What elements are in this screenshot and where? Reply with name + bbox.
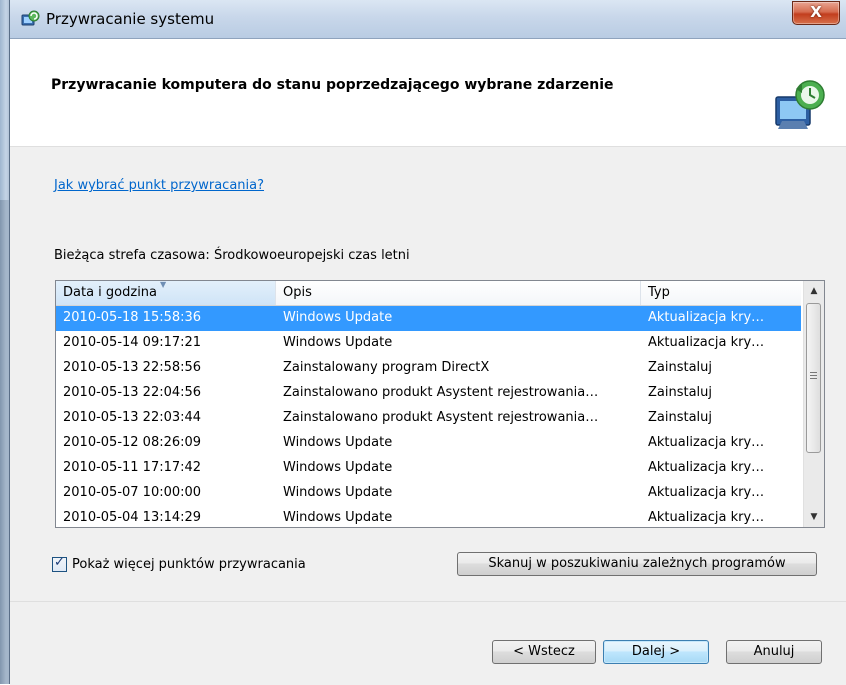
row-date: 2010-05-14 09:17:21 <box>63 335 202 350</box>
row-date: 2010-05-07 10:00:00 <box>63 485 202 500</box>
list-rows: 2010-05-18 15:58:36 Windows Update Aktua… <box>56 306 801 527</box>
row-date: 2010-05-12 08:26:09 <box>63 435 202 450</box>
restore-points-list[interactable]: ▼ Data i godzina Opis Typ 2010-05-18 15:… <box>55 280 825 528</box>
list-row[interactable]: 2010-05-11 17:17:42 Windows Update Aktua… <box>56 456 801 481</box>
window-title: Przywracanie systemu <box>46 10 215 28</box>
list-row[interactable]: 2010-05-13 22:03:44 Zainstalowano produk… <box>56 406 801 431</box>
list-header: ▼ Data i godzina Opis Typ <box>56 281 801 306</box>
system-restore-icon <box>21 10 40 26</box>
row-date: 2010-05-04 13:14:29 <box>63 510 202 525</box>
close-icon: X <box>810 3 822 21</box>
scroll-thumb[interactable] <box>806 303 821 453</box>
scroll-up-icon[interactable]: ▲ <box>804 281 824 301</box>
cancel-button[interactable]: Anuluj <box>726 640 822 664</box>
content-panel: Jak wybrać punkt przywracania? Bieżąca s… <box>10 147 846 601</box>
row-description: Zainstalowany program DirectX <box>283 360 490 375</box>
row-type: Aktualizacja kry… <box>648 485 765 500</box>
row-type: Zainstaluj <box>648 410 713 425</box>
column-header-description[interactable]: Opis <box>276 281 641 305</box>
help-link[interactable]: Jak wybrać punkt przywracania? <box>54 178 264 193</box>
list-row[interactable]: 2010-05-13 22:58:56 Zainstalowany progra… <box>56 356 801 381</box>
list-row[interactable]: 2010-05-04 13:14:29 Windows Update Aktua… <box>56 506 801 527</box>
row-description: Zainstalowano produkt Asystent rejestrow… <box>283 410 599 425</box>
footer-panel: < Wstecz Dalej > Anuluj <box>10 601 846 685</box>
list-row[interactable]: 2010-05-07 10:00:00 Windows Update Aktua… <box>56 481 801 506</box>
background-window-edge <box>0 0 10 684</box>
row-description: Zainstalowano produkt Asystent rejestrow… <box>283 385 599 400</box>
row-description: Windows Update <box>283 335 393 350</box>
row-date: 2010-05-13 22:58:56 <box>63 360 202 375</box>
row-type: Aktualizacja kry… <box>648 310 765 325</box>
row-description: Windows Update <box>283 510 393 525</box>
system-restore-large-icon <box>775 80 825 129</box>
show-more-label: Pokaż więcej punktów przywracania <box>72 556 306 572</box>
row-type: Aktualizacja kry… <box>648 460 765 475</box>
column-header-date[interactable]: ▼ Data i godzina <box>56 281 276 305</box>
row-description: Windows Update <box>283 435 393 450</box>
row-description: Windows Update <box>283 310 393 325</box>
close-button[interactable]: X <box>792 1 840 25</box>
row-type: Aktualizacja kry… <box>648 510 765 525</box>
vertical-scrollbar[interactable]: ▲ ▼ <box>803 281 824 527</box>
checkmark-icon: ✓ <box>54 554 65 570</box>
scroll-down-icon[interactable]: ▼ <box>804 507 824 527</box>
sort-descending-icon: ▼ <box>160 280 167 289</box>
show-more-checkbox-row[interactable]: ✓ Pokaż więcej punktów przywracania <box>52 555 306 573</box>
list-row-selected[interactable]: 2010-05-18 15:58:36 Windows Update Aktua… <box>56 306 801 331</box>
row-type: Aktualizacja kry… <box>648 335 765 350</box>
row-date: 2010-05-13 22:04:56 <box>63 385 202 400</box>
scan-affected-programs-button[interactable]: Skanuj w poszukiwaniu zależnych programó… <box>457 552 817 576</box>
row-type: Aktualizacja kry… <box>648 435 765 450</box>
row-type: Zainstaluj <box>648 385 713 400</box>
next-button[interactable]: Dalej > <box>603 640 709 664</box>
row-date: 2010-05-13 22:03:44 <box>63 410 202 425</box>
back-button[interactable]: < Wstecz <box>492 640 596 664</box>
row-description: Windows Update <box>283 485 393 500</box>
timezone-label: Bieżąca strefa czasowa: Środkowoeuropejs… <box>54 248 410 263</box>
show-more-checkbox[interactable]: ✓ <box>52 554 67 572</box>
list-row[interactable]: 2010-05-14 09:17:21 Windows Update Aktua… <box>56 331 801 356</box>
row-type: Zainstaluj <box>648 360 713 375</box>
header-panel: Przywracanie komputera do stanu poprzedz… <box>10 39 846 147</box>
column-header-type[interactable]: Typ <box>641 281 800 305</box>
column-header-date-label: Data i godzina <box>63 285 158 300</box>
row-date: 2010-05-18 15:58:36 <box>63 310 202 325</box>
list-row[interactable]: 2010-05-13 22:04:56 Zainstalowano produk… <box>56 381 801 406</box>
row-description: Windows Update <box>283 460 393 475</box>
title-bar: Przywracanie systemu X <box>10 0 846 39</box>
row-date: 2010-05-11 17:17:42 <box>63 460 202 475</box>
list-row[interactable]: 2010-05-12 08:26:09 Windows Update Aktua… <box>56 431 801 456</box>
page-heading: Przywracanie komputera do stanu poprzedz… <box>51 77 614 93</box>
